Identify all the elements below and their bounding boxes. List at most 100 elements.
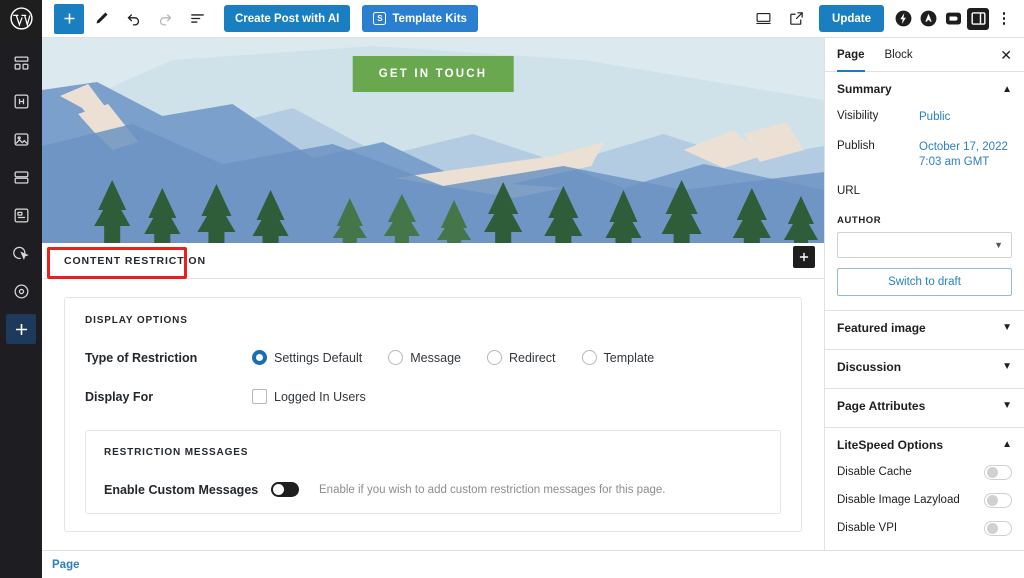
sidebar-item-settings[interactable] bbox=[6, 276, 36, 306]
desktop-preview-icon[interactable] bbox=[748, 4, 778, 34]
radio-label: Template bbox=[604, 351, 655, 365]
checkbox-logged-in-users[interactable]: Logged In Users bbox=[252, 389, 366, 404]
litespeed-panel-header[interactable]: LiteSpeed Options ▲ bbox=[837, 438, 1012, 452]
page-attributes-panel-header[interactable]: Page Attributes ▼ bbox=[837, 399, 1012, 413]
update-button[interactable]: Update bbox=[819, 5, 884, 32]
astra-icon[interactable] bbox=[917, 8, 939, 30]
disable-image-lazyload-toggle[interactable] bbox=[984, 493, 1012, 508]
radio-label: Message bbox=[410, 351, 461, 365]
switch-to-draft-button[interactable]: Switch to draft bbox=[837, 268, 1012, 296]
get-in-touch-button[interactable]: GET IN TOUCH bbox=[353, 56, 514, 92]
chevron-down-icon[interactable]: ▼ bbox=[1002, 322, 1012, 333]
visibility-value[interactable]: Public bbox=[919, 110, 950, 126]
list-view-icon[interactable] bbox=[182, 4, 212, 34]
publish-value[interactable]: October 17, 2022 7:03 am GMT bbox=[919, 140, 1012, 171]
restriction-messages-label: RESTRICTION MESSAGES bbox=[104, 447, 762, 458]
breadcrumb[interactable]: Page bbox=[52, 559, 80, 571]
sidebar-item-add[interactable] bbox=[6, 314, 36, 344]
litespeed-title: LiteSpeed Options bbox=[837, 438, 943, 452]
chevron-down-icon[interactable]: ▼ bbox=[1002, 361, 1012, 372]
discussion-panel-header[interactable]: Discussion ▼ bbox=[837, 360, 1012, 374]
pencil-icon[interactable] bbox=[86, 4, 116, 34]
wordpress-logo-icon[interactable] bbox=[0, 0, 42, 38]
type-of-restriction-label: Type of Restriction bbox=[85, 351, 252, 365]
litespeed-options-panel: LiteSpeed Options ▲ Disable Cache Disabl… bbox=[825, 428, 1024, 550]
chevron-down-icon[interactable]: ▼ bbox=[1002, 400, 1012, 411]
tab-block[interactable]: Block bbox=[885, 38, 913, 72]
sidebar-toggle-icon[interactable] bbox=[967, 8, 989, 30]
radio-label: Redirect bbox=[509, 351, 556, 365]
content-restriction-body: DISPLAY OPTIONS Type of Restriction Sett… bbox=[42, 279, 824, 550]
sidebar-item-header[interactable] bbox=[6, 86, 36, 116]
hero-banner-block[interactable]: GET IN TOUCH bbox=[42, 38, 824, 243]
editor-body: GET IN TOUCH CONTENT RESTRICTION ▲ DISPL… bbox=[0, 38, 1024, 550]
content-restriction-panel-header[interactable]: CONTENT RESTRICTION ▲ bbox=[42, 243, 824, 279]
visibility-row: Visibility Public bbox=[837, 110, 1012, 126]
update-label: Update bbox=[832, 13, 871, 25]
radio-template[interactable]: Template bbox=[582, 350, 655, 365]
featured-image-panel-header[interactable]: Featured image ▼ bbox=[837, 321, 1012, 335]
create-post-with-ai-button[interactable]: Create Post with AI bbox=[224, 5, 350, 32]
bolt-icon[interactable] bbox=[892, 8, 914, 30]
sidebar-item-dashboard[interactable] bbox=[6, 48, 36, 78]
discussion-panel[interactable]: Discussion ▼ bbox=[825, 350, 1024, 389]
toolbar-right-group: Update bbox=[748, 4, 1024, 34]
disable-cache-toggle[interactable] bbox=[984, 465, 1012, 480]
enable-custom-messages-hint: Enable if you wish to add custom restric… bbox=[319, 484, 665, 496]
sidebar-item-media[interactable] bbox=[6, 124, 36, 154]
external-link-icon[interactable] bbox=[781, 4, 811, 34]
disable-cache-row: Disable Cache bbox=[837, 465, 1012, 480]
enable-custom-messages-toggle[interactable] bbox=[271, 482, 299, 497]
author-select[interactable]: ▼ bbox=[837, 232, 1012, 258]
template-kits-button[interactable]: S Template Kits bbox=[362, 5, 478, 32]
radio-icon bbox=[388, 350, 403, 365]
close-icon[interactable]: ✕ bbox=[1000, 48, 1012, 62]
enable-custom-messages-label: Enable Custom Messages bbox=[104, 483, 271, 497]
publish-row: Publish October 17, 2022 7:03 am GMT bbox=[837, 140, 1012, 171]
footer-rail-spacer bbox=[0, 550, 42, 578]
create-post-with-ai-label: Create Post with AI bbox=[235, 13, 339, 25]
type-of-restriction-options: Settings Default Message Redirect bbox=[252, 350, 654, 365]
author-label: AUTHOR bbox=[837, 215, 1012, 226]
display-options-card: DISPLAY OPTIONS Type of Restriction Sett… bbox=[64, 297, 802, 532]
radio-message[interactable]: Message bbox=[388, 350, 461, 365]
summary-panel-header[interactable]: Summary ▲ bbox=[837, 82, 1012, 96]
sidebar-item-interactions[interactable] bbox=[6, 238, 36, 268]
featured-image-panel[interactable]: Featured image ▼ bbox=[825, 311, 1024, 350]
block-appender-button[interactable] bbox=[793, 246, 815, 268]
radio-settings-default[interactable]: Settings Default bbox=[252, 350, 362, 365]
display-for-label: Display For bbox=[85, 390, 252, 404]
disable-vpi-toggle[interactable] bbox=[984, 521, 1012, 536]
editor-footer: Page bbox=[0, 550, 1024, 578]
radio-icon bbox=[582, 350, 597, 365]
sidebar-item-card[interactable] bbox=[6, 200, 36, 230]
redo-icon[interactable] bbox=[150, 4, 180, 34]
page-attributes-panel[interactable]: Page Attributes ▼ bbox=[825, 389, 1024, 428]
display-for-row: Display For Logged In Users bbox=[85, 389, 781, 404]
disable-image-lazyload-row: Disable Image Lazyload bbox=[837, 493, 1012, 508]
featured-image-title: Featured image bbox=[837, 321, 926, 335]
discussion-title: Discussion bbox=[837, 360, 901, 374]
url-row: URL bbox=[837, 185, 1012, 197]
editor-canvas: GET IN TOUCH CONTENT RESTRICTION ▲ DISPL… bbox=[42, 38, 824, 550]
radio-icon bbox=[487, 350, 502, 365]
sidebar-item-rows[interactable] bbox=[6, 162, 36, 192]
page-attributes-title: Page Attributes bbox=[837, 399, 925, 413]
template-kits-label: Template Kits bbox=[392, 13, 467, 25]
wordpress-block-editor: Create Post with AI S Template Kits Upda… bbox=[0, 0, 1024, 578]
chevron-down-icon: ▼ bbox=[994, 240, 1003, 250]
kebab-menu-icon[interactable] bbox=[992, 6, 1016, 32]
elementor-icon[interactable] bbox=[942, 8, 964, 30]
chevron-up-icon[interactable]: ▲ bbox=[1002, 84, 1012, 95]
restriction-messages-card: RESTRICTION MESSAGES Enable Custom Messa… bbox=[85, 430, 781, 514]
add-block-button[interactable] bbox=[54, 4, 84, 34]
type-of-restriction-row: Type of Restriction Settings Default Mes… bbox=[85, 350, 781, 365]
radio-redirect[interactable]: Redirect bbox=[487, 350, 556, 365]
undo-icon[interactable] bbox=[118, 4, 148, 34]
radio-icon-selected bbox=[252, 350, 267, 365]
display-options-label: DISPLAY OPTIONS bbox=[85, 315, 781, 326]
editor-toolbar: Create Post with AI S Template Kits Upda… bbox=[0, 0, 1024, 38]
tab-page[interactable]: Page bbox=[837, 38, 865, 72]
settings-sidebar: Page Block ✕ Summary ▲ Visibility Public… bbox=[824, 38, 1024, 550]
chevron-up-icon[interactable]: ▲ bbox=[1002, 439, 1012, 450]
